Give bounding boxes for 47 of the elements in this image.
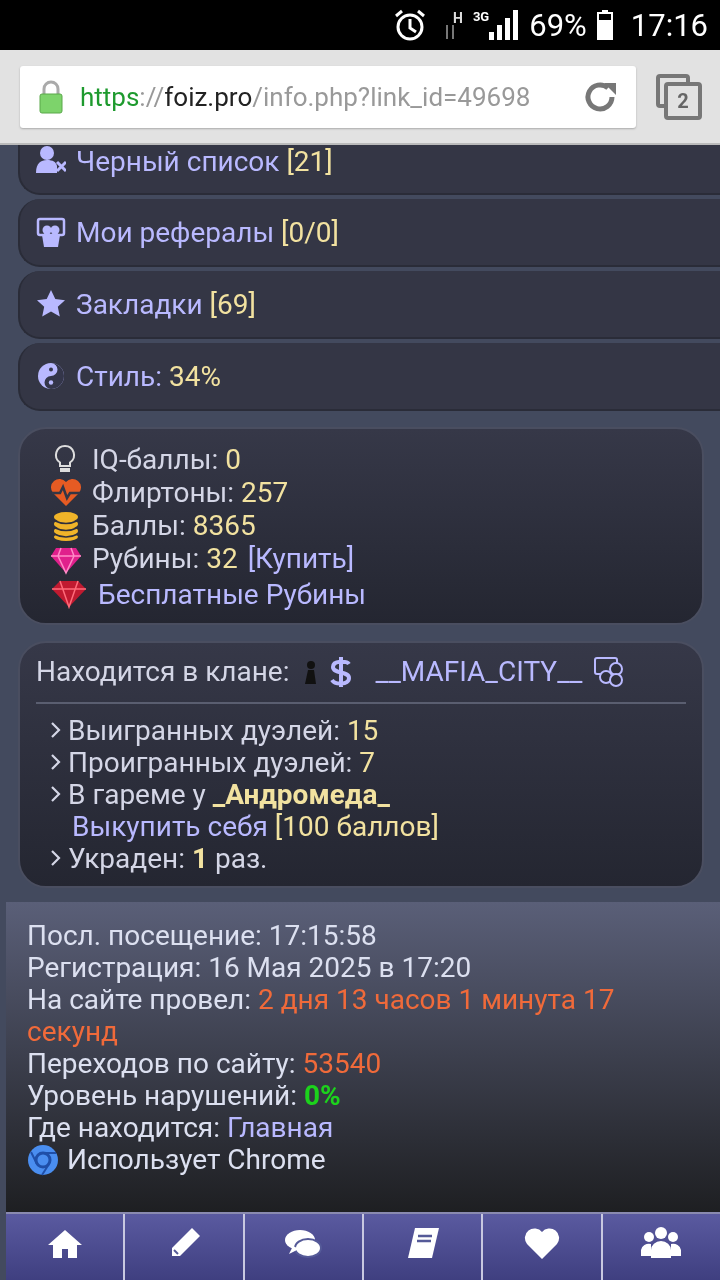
clan-label: Находится в клане:: [36, 655, 290, 688]
balance-text: Рубины: 32: [92, 542, 238, 575]
browser-icon: [27, 1144, 59, 1176]
stolen-count: Украден: 1 раз.: [68, 841, 268, 875]
user-remove-icon: [36, 145, 66, 175]
balance-text: Флиртоны: 257: [92, 476, 289, 509]
harem-status: В гареме у _Андромеда_: [68, 777, 390, 811]
profile-line: Переходов по сайту: 53540: [27, 1048, 383, 1080]
profile-line: Регистрация: 16 Мая 2025 в 17:20: [27, 952, 473, 984]
network-label: 3G: [472, 10, 490, 23]
profile-line: Где находится: Главная: [27, 1112, 335, 1144]
dollar-icon: [329, 655, 352, 688]
yin-yang-icon: [36, 361, 66, 391]
balance-text: Баллы: 8365: [92, 509, 256, 542]
signal-icon: [489, 10, 520, 40]
menu-item[interactable]: Мои рефералы [0/0]: [18, 199, 720, 267]
chevron-icon: [50, 753, 62, 771]
chevron-icon: [50, 721, 62, 739]
battery-icon: [596, 10, 613, 40]
free-rubies-link[interactable]: Бесплатные Рубины: [98, 577, 367, 611]
profile-line: Посл. посещение: 17:15:58: [27, 920, 378, 952]
duel-stat: Проигранных дуэлей: 7: [68, 745, 376, 779]
chevron-icon: [50, 849, 62, 867]
alarm-icon: [393, 8, 427, 42]
heartbeat-icon: [50, 476, 82, 509]
menu-item[interactable]: Стиль: 34%: [18, 343, 720, 411]
balance-text: IQ-баллы: 0: [92, 443, 241, 476]
url-text: https://foiz.pro/info.php?link_id=49698: [80, 81, 531, 112]
tab-count: 2: [664, 81, 702, 120]
battery-level: 69%: [529, 6, 587, 44]
lock-icon: [38, 79, 64, 114]
menu-item[interactable]: Черный список [21]: [18, 145, 720, 195]
menu-item[interactable]: Закладки [69]: [18, 271, 720, 339]
clock: 17:16: [630, 6, 708, 44]
browser-text: Использует Chrome: [67, 1144, 326, 1176]
chevron-icon: [50, 785, 62, 803]
buy-link[interactable]: [Купить]: [247, 542, 355, 575]
network-type: H: [453, 11, 463, 25]
star-icon: [36, 289, 66, 319]
duel-stat: Выигранных дуэлей: 15: [68, 713, 379, 747]
ruby-icon: [50, 579, 88, 609]
referrals-icon: [36, 217, 66, 247]
profile-line: Уровень нарушений: 0%: [27, 1080, 342, 1112]
address-field[interactable]: https://foiz.pro/info.php?link_id=49698: [20, 65, 636, 128]
clan-name[interactable]: __MAFIA_CITY__: [375, 655, 583, 688]
profile-line: На сайте провел: 2 дня 13 часов 1 минута 17 секунд: [27, 984, 616, 1048]
ransom-link[interactable]: Выкупить себя [100 баллов]: [72, 809, 439, 843]
